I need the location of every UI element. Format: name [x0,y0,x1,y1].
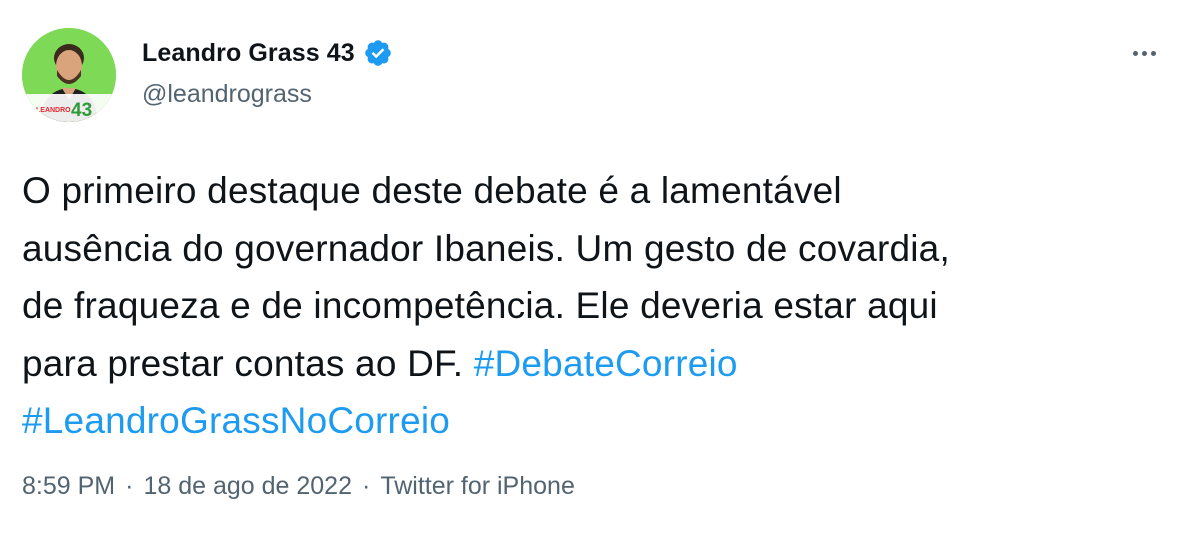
hashtag-link[interactable]: #LeandroGrassNoCorreio [22,400,450,441]
hashtag-link[interactable]: #DebateCorreio [474,343,738,384]
avatar[interactable]: LEANDRO 43 [22,28,116,122]
tweet-meta: 8:59 PM · 18 de ago de 2022 · Twitter fo… [22,472,575,501]
tweet-time[interactable]: 8:59 PM [22,472,115,501]
author-block: Leandro Grass 43 @leandrograss [142,36,393,109]
avatar-image: LEANDRO 43 [22,28,116,122]
avatar-badge-number: 43 [71,100,92,121]
tweet-date[interactable]: 18 de ago de 2022 [143,472,352,501]
more-options-button[interactable] [1124,38,1164,68]
tweet-text-line: ausência do governador Ibaneis. Um gesto… [22,227,950,269]
tweet-text: O primeiro destaque deste debate é a lam… [22,162,1172,450]
tweet-card: LEANDRO 43 Leandro Grass 43 @leandrogras… [0,0,1200,541]
avatar-logo-text: LEANDRO [36,107,71,114]
more-horizontal-icon [1150,50,1156,56]
tweet-text-line: para prestar contas ao DF. [22,342,474,384]
meta-separator: · [125,472,134,500]
display-name[interactable]: Leandro Grass 43 [142,39,355,68]
name-row: Leandro Grass 43 [142,36,393,70]
more-horizontal-icon [1141,50,1147,56]
verified-badge-icon [363,38,393,68]
tweet-source[interactable]: Twitter for iPhone [380,472,575,501]
more-horizontal-icon [1132,50,1138,56]
tweet-text-line: de fraqueza e de incompetência. Ele deve… [22,285,938,326]
tweet-text-line: O primeiro destaque deste debate é a lam… [22,170,842,211]
meta-separator: · [361,472,371,500]
user-handle[interactable]: @leandrograss [142,80,393,109]
